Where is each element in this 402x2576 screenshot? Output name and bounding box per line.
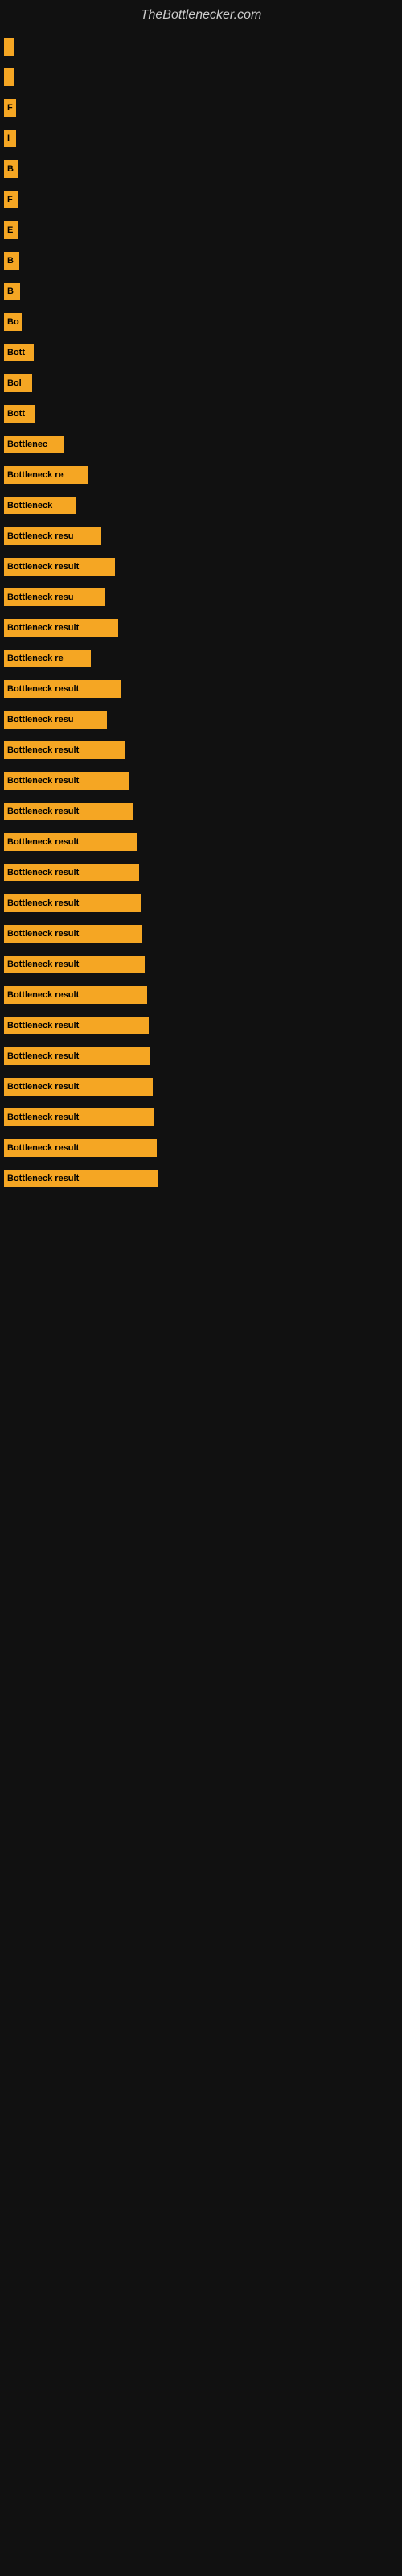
bar-row: Bottleneck result bbox=[4, 861, 402, 885]
bar-row: Bottleneck result bbox=[4, 677, 402, 701]
bar-label: Bottleneck result bbox=[4, 956, 145, 973]
bar-row: Bottleneck result bbox=[4, 983, 402, 1007]
bar-row bbox=[4, 35, 402, 59]
bar-label: Bottleneck result bbox=[4, 1170, 158, 1187]
bar-row: Bottleneck result bbox=[4, 616, 402, 640]
bar-label: Bott bbox=[4, 405, 35, 423]
bar-label: Bottleneck resu bbox=[4, 588, 105, 606]
bar-label: F bbox=[4, 99, 16, 117]
bar-row: Bottleneck result bbox=[4, 1166, 402, 1191]
bar-label: Bottleneck resu bbox=[4, 711, 107, 729]
bar-row: Bottleneck result bbox=[4, 891, 402, 915]
bars-wrapper: FIBFEBBBoBottBolBottBottlenecBottleneck … bbox=[0, 35, 402, 1197]
bar-row: Bottleneck result bbox=[4, 1105, 402, 1129]
bar-label bbox=[4, 38, 14, 56]
bar-row bbox=[4, 65, 402, 89]
bar-label: Bottleneck result bbox=[4, 986, 147, 1004]
bar-label: E bbox=[4, 221, 18, 239]
bar-label: Bottleneck resu bbox=[4, 527, 100, 545]
bar-label: Bottleneck result bbox=[4, 864, 139, 881]
bar-label: Bottleneck result bbox=[4, 619, 118, 637]
bar-label: Bottleneck bbox=[4, 497, 76, 514]
bar-row: Bottleneck result bbox=[4, 555, 402, 579]
bar-label: Bottlenec bbox=[4, 436, 64, 453]
bar-row: Bottleneck result bbox=[4, 769, 402, 793]
bar-row: E bbox=[4, 218, 402, 242]
bar-label: Bottleneck result bbox=[4, 833, 137, 851]
bar-label: Bottleneck result bbox=[4, 680, 121, 698]
bar-label: Bottleneck result bbox=[4, 1017, 149, 1034]
bar-label: Bottleneck re bbox=[4, 650, 91, 667]
bar-label: Bottleneck result bbox=[4, 1078, 153, 1096]
bar-label: Bottleneck result bbox=[4, 1047, 150, 1065]
bar-label bbox=[4, 68, 14, 86]
bar-row: Bottleneck re bbox=[4, 463, 402, 487]
bar-row: B bbox=[4, 249, 402, 273]
bar-label: B bbox=[4, 283, 20, 300]
bar-row: B bbox=[4, 279, 402, 303]
site-title: TheBottlenecker.com bbox=[0, 0, 402, 27]
bar-label: Bottleneck re bbox=[4, 466, 88, 484]
bar-row: Bottleneck result bbox=[4, 1136, 402, 1160]
bar-label: Bottleneck result bbox=[4, 925, 142, 943]
bar-row: Bott bbox=[4, 341, 402, 365]
bar-row: Bottleneck resu bbox=[4, 524, 402, 548]
bar-label: Bol bbox=[4, 374, 32, 392]
bar-row: Bottlenec bbox=[4, 432, 402, 456]
bar-row: Bottleneck result bbox=[4, 830, 402, 854]
bar-label: Bo bbox=[4, 313, 22, 331]
bar-label: B bbox=[4, 160, 18, 178]
bar-row: Bottleneck result bbox=[4, 1075, 402, 1099]
bar-row: Bo bbox=[4, 310, 402, 334]
bar-row: Bottleneck resu bbox=[4, 708, 402, 732]
bar-row: Bottleneck re bbox=[4, 646, 402, 671]
bar-label: Bottleneck result bbox=[4, 894, 141, 912]
bar-row: Bottleneck result bbox=[4, 738, 402, 762]
bar-label: Bottleneck result bbox=[4, 558, 115, 576]
bar-label: B bbox=[4, 252, 19, 270]
bar-row: I bbox=[4, 126, 402, 151]
bar-label: I bbox=[4, 130, 16, 147]
bar-row: Bottleneck result bbox=[4, 799, 402, 824]
bar-row: Bottleneck result bbox=[4, 922, 402, 946]
bar-label: F bbox=[4, 191, 18, 208]
bar-row: F bbox=[4, 188, 402, 212]
bar-row: Bottleneck result bbox=[4, 952, 402, 976]
bar-row: Bott bbox=[4, 402, 402, 426]
bar-label: Bottleneck result bbox=[4, 741, 125, 759]
bar-row: F bbox=[4, 96, 402, 120]
bar-row: Bottleneck resu bbox=[4, 585, 402, 609]
bar-row: B bbox=[4, 157, 402, 181]
bar-label: Bottleneck result bbox=[4, 1108, 154, 1126]
bar-label: Bott bbox=[4, 344, 34, 361]
bar-row: Bol bbox=[4, 371, 402, 395]
bar-row: Bottleneck result bbox=[4, 1044, 402, 1068]
bar-row: Bottleneck result bbox=[4, 1013, 402, 1038]
bar-label: Bottleneck result bbox=[4, 772, 129, 790]
bar-label: Bottleneck result bbox=[4, 1139, 157, 1157]
bar-row: Bottleneck bbox=[4, 493, 402, 518]
bar-label: Bottleneck result bbox=[4, 803, 133, 820]
